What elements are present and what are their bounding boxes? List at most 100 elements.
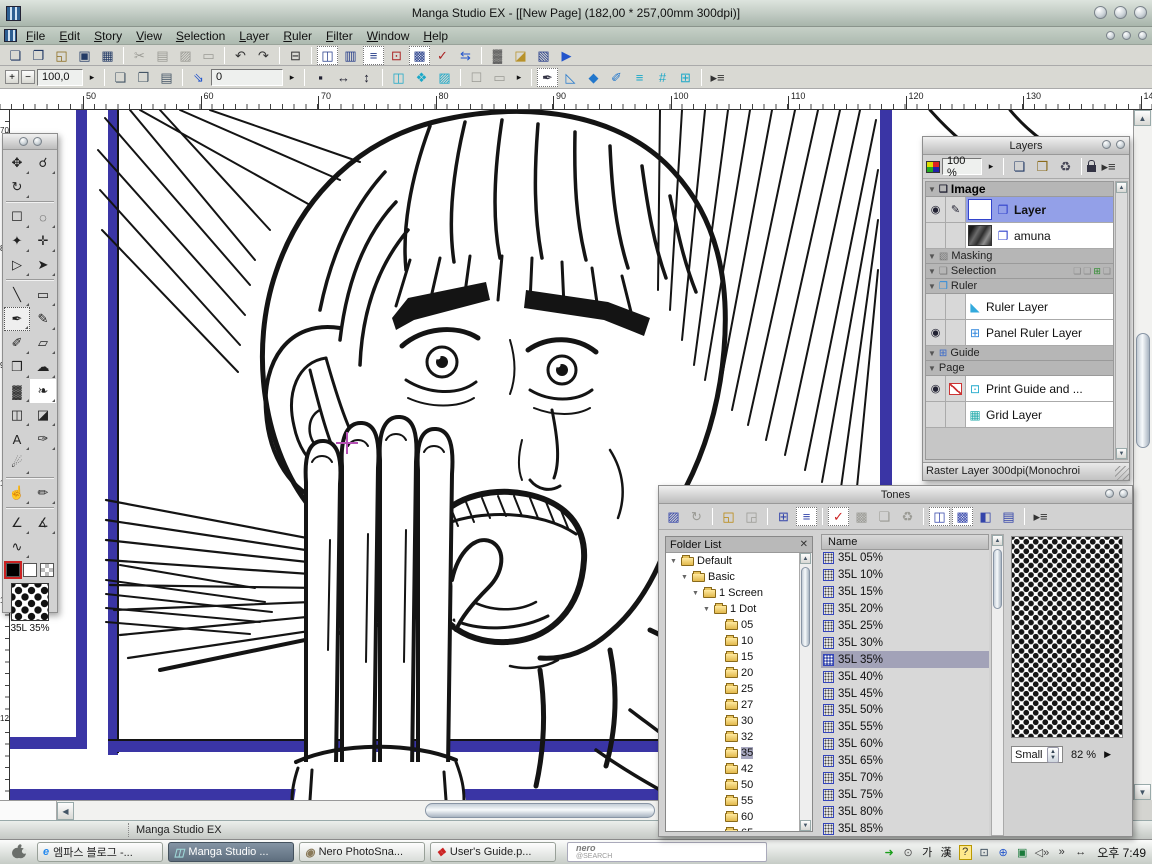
- tree-expander-icon[interactable]: ▼: [670, 558, 678, 565]
- mech-pen-tool[interactable]: ✎: [30, 307, 56, 331]
- object-select-tool[interactable]: ▷: [4, 253, 30, 277]
- toggle-tones-palette-button[interactable]: ▩: [409, 46, 430, 65]
- paste-mode-normal-button[interactable]: ◫: [929, 507, 950, 526]
- list-view-button[interactable]: ≡: [796, 507, 817, 526]
- stitch-tool[interactable]: ✑: [30, 427, 56, 451]
- volume-icon[interactable]: ◁»: [1035, 845, 1050, 860]
- delete-tone-button[interactable]: ♻: [897, 507, 918, 526]
- text-tool[interactable]: A: [4, 427, 30, 451]
- nero-search-band[interactable]: nero @SEARCH: [567, 842, 767, 862]
- taskbar-button-pdf[interactable]: ❖User's Guide.p...: [430, 842, 556, 862]
- tree-expander-icon[interactable]: ▼: [681, 574, 689, 581]
- arrow-select-tool[interactable]: ➤: [30, 253, 56, 277]
- tone-item-35l-85-[interactable]: 35L 85%: [821, 820, 989, 836]
- perspective-button[interactable]: #: [652, 68, 673, 87]
- zoom-presets-button[interactable]: ▸: [85, 69, 99, 86]
- gradient-tool[interactable]: ▓: [4, 379, 30, 403]
- pattern-brush-button[interactable]: ▧: [533, 46, 554, 65]
- view-more-button[interactable]: ▸: [512, 69, 526, 86]
- tones-palette-titlebar[interactable]: Tones: [659, 486, 1132, 504]
- tone-item-35l-45-[interactable]: 35L 45%: [821, 685, 989, 702]
- paste-mode-lines-button[interactable]: ▤: [998, 507, 1019, 526]
- new-tone-button[interactable]: ❏: [874, 507, 895, 526]
- folder-tree-item-10[interactable]: 10: [666, 633, 812, 649]
- guide-a-button[interactable]: ☐: [466, 68, 487, 87]
- taskbar-button-nero-photosnap[interactable]: ◉Nero PhotoSna...: [299, 842, 425, 862]
- layer-edit-toggle[interactable]: [946, 376, 966, 401]
- selection-mode-icon[interactable]: ❏: [1083, 266, 1091, 277]
- move-tool[interactable]: ✛: [30, 229, 56, 253]
- reset-view-button[interactable]: ▨: [434, 68, 455, 87]
- new-layer-folder-button[interactable]: ❒: [1032, 157, 1053, 176]
- menu-filter[interactable]: Filter: [319, 28, 360, 44]
- toolbar-menu-button[interactable]: ▸≡: [707, 68, 728, 87]
- folder-tree-item-65[interactable]: 65: [666, 825, 812, 832]
- delete-button[interactable]: ▭: [198, 46, 219, 65]
- magic-wand-tool[interactable]: ✦: [4, 229, 30, 253]
- section-collapse-icon[interactable]: ▼: [928, 282, 936, 291]
- preview-size-select[interactable]: Small ▲▼: [1011, 746, 1063, 763]
- tone-item-35l-20-[interactable]: 35L 20%: [821, 601, 989, 618]
- measure-tool[interactable]: ∠: [4, 511, 30, 535]
- new-folder-button[interactable]: ◲: [741, 507, 762, 526]
- new-story-button[interactable]: ❐: [28, 46, 49, 65]
- selection-mode-icon[interactable]: ❏: [1103, 266, 1111, 277]
- page-number-field[interactable]: 0: [211, 69, 283, 86]
- toggle-navigator-palette-button[interactable]: ⊡: [386, 46, 407, 65]
- folder-tree-item-30[interactable]: 30: [666, 713, 812, 729]
- layer-section-guide[interactable]: ▼⊞Guide: [926, 346, 1113, 361]
- layers-palette-titlebar[interactable]: Layers: [923, 137, 1129, 155]
- menu-view[interactable]: View: [129, 28, 169, 44]
- messenger-icon[interactable]: ➜: [883, 845, 896, 860]
- menu-ruler[interactable]: Ruler: [276, 28, 319, 44]
- tone-item-35l-80-[interactable]: 35L 80%: [821, 803, 989, 820]
- checker-button[interactable]: ▩: [851, 507, 872, 526]
- triangle-ruler-button[interactable]: ◺: [560, 68, 581, 87]
- tone-item-35l-15-[interactable]: 35L 15%: [821, 584, 989, 601]
- folder-tree-item-1-dot[interactable]: ▼1 Dot: [666, 601, 812, 617]
- menu-window[interactable]: Window: [360, 28, 417, 44]
- layer-section-image[interactable]: ▼❏Image: [926, 182, 1113, 197]
- paste-mode-half-button[interactable]: ◧: [975, 507, 996, 526]
- layer-row-amuna[interactable]: ❐amuna: [926, 223, 1113, 249]
- horizontal-scroll-thumb[interactable]: [425, 803, 655, 818]
- child-close-button[interactable]: [1138, 31, 1147, 40]
- layer-color-display[interactable]: [926, 161, 940, 173]
- ime-korean-indicator[interactable]: 가: [921, 845, 934, 860]
- tones-menu-button[interactable]: ▸≡: [1030, 507, 1051, 526]
- tone-scroll-up-button[interactable]: ▲: [992, 535, 1003, 546]
- materials-button[interactable]: ◪: [510, 46, 531, 65]
- taskbar-button-internet-explorer[interactable]: e엠파스 블로그 -...: [37, 842, 163, 862]
- rect-select-tool[interactable]: ☐: [4, 205, 30, 229]
- toggle-tools-palette-button[interactable]: ◫: [317, 46, 338, 65]
- chevron-icon[interactable]: »: [1055, 845, 1068, 860]
- foreground-color-swatch[interactable]: [6, 563, 20, 577]
- tools-close-button[interactable]: [33, 137, 42, 146]
- folder-list-close-icon[interactable]: ✕: [800, 539, 808, 550]
- dot-pen-tool[interactable]: ✏: [30, 481, 56, 505]
- layers-close-button[interactable]: [1116, 140, 1125, 149]
- layer-row-print-guide-and-[interactable]: ◉⊡Print Guide and ...: [926, 376, 1113, 402]
- tree-expander-icon[interactable]: ▼: [692, 590, 700, 597]
- quick-access-button[interactable]: ▶: [556, 46, 577, 65]
- scroll-left-button[interactable]: ◀: [57, 802, 74, 820]
- layer-section-ruler[interactable]: ▼❐Ruler: [926, 279, 1113, 294]
- layer-row-panel-ruler-layer[interactable]: ◉⊞Panel Ruler Layer: [926, 320, 1113, 346]
- zoom-field[interactable]: 100,0: [37, 69, 83, 86]
- section-collapse-icon[interactable]: ▼: [928, 252, 936, 261]
- layer-row-ruler-layer[interactable]: ◣Ruler Layer: [926, 294, 1113, 320]
- guide-b-button[interactable]: ▭: [489, 68, 510, 87]
- next-page-button[interactable]: ❐: [133, 68, 154, 87]
- actual-size-button[interactable]: ▪: [310, 68, 331, 87]
- page-list-button[interactable]: ▤: [156, 68, 177, 87]
- rotate-view-button[interactable]: ◫: [388, 68, 409, 87]
- layer-edit-toggle[interactable]: ✎: [946, 197, 966, 222]
- paste-button[interactable]: ▨: [175, 46, 196, 65]
- layers-scroll-up-button[interactable]: ▲: [1116, 182, 1127, 193]
- fit-height-button[interactable]: ↕: [356, 68, 377, 87]
- folder-tree-item-15[interactable]: 15: [666, 649, 812, 665]
- layer-visibility-toggle[interactable]: ◉: [926, 320, 946, 345]
- menu-selection[interactable]: Selection: [169, 28, 232, 44]
- folder-list-scrollbar[interactable]: ▲ ▼: [799, 553, 812, 831]
- cut-button[interactable]: ✂: [129, 46, 150, 65]
